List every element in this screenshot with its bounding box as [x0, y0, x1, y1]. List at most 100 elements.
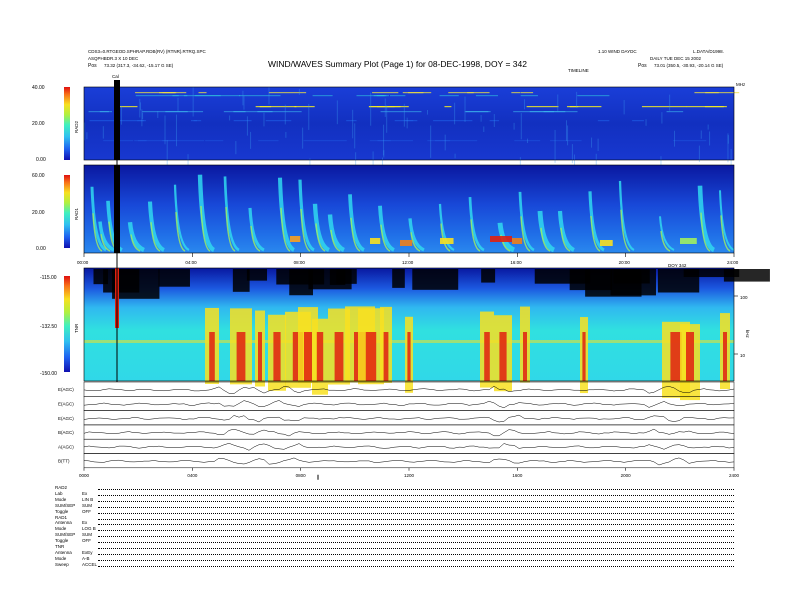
rad2-streak [567, 125, 569, 146]
doy-label: DOY 342 [668, 263, 687, 268]
rad2-streak [354, 123, 356, 149]
rad2-band [312, 95, 333, 97]
rad2-streak [571, 144, 573, 164]
agc-line-panels: E(AGC) E(AGC) E(AGC) B(AGC) A(AGC) B(TT) [58, 381, 735, 469]
setting-value: Ex [82, 520, 88, 526]
rad2-band [526, 106, 559, 108]
rad2-streak [673, 130, 675, 147]
bottom-time-label: 1600 [512, 473, 523, 478]
rad2-streak [386, 105, 388, 133]
rad2-band [448, 92, 474, 94]
rad2-streak [454, 153, 456, 159]
setting-row-rule [98, 536, 734, 538]
rad2-band [259, 106, 297, 108]
rad2-band [433, 120, 473, 122]
tnr-spike-core [383, 332, 389, 381]
setting-key: Mode [55, 555, 67, 561]
setting-row-rule [98, 494, 734, 496]
tnr-tick-bot: -150.00 [40, 371, 57, 377]
rad2-streak [406, 117, 408, 129]
tnr-dark-patch [569, 269, 612, 291]
tnr-dark-patch [158, 269, 190, 287]
setting-row-rule [98, 518, 734, 520]
setting-row-rule [98, 559, 734, 561]
agc-panel-label: E(AGC) [58, 401, 74, 406]
agc-trace [83, 414, 735, 423]
rad2-streak [157, 110, 159, 119]
rad2-streak [520, 113, 522, 140]
setting-row-rule [98, 500, 734, 502]
rad2-band [513, 111, 554, 113]
bottom-time-label: 0000 [79, 473, 90, 478]
rad1-tick-top: 60.00 [32, 173, 45, 179]
tnr-dark-patch [723, 269, 770, 282]
agc-panel-frame [83, 410, 735, 426]
rad2-band [258, 140, 279, 142]
rad2-streak [268, 87, 270, 105]
agc-trace [83, 400, 735, 409]
rad2-streak [302, 127, 304, 149]
agc-panel-label: A(AGC) [58, 444, 74, 449]
rad1-axis-label: RAD1 [74, 207, 79, 220]
tnr-right-tick-10: 10 [740, 353, 746, 358]
rad2-streak [336, 100, 338, 125]
rad2-band [165, 111, 204, 113]
tnr-spike-core [407, 332, 411, 381]
tnr-right-unit: kHz [745, 330, 750, 338]
rad2-band [408, 92, 424, 94]
rad2-streak [430, 125, 432, 158]
tnr-spike-core [582, 332, 586, 381]
agc-panel-frame [83, 396, 735, 411]
setting-key: TNR [55, 544, 65, 549]
rad2-band [439, 95, 459, 97]
tnr-dark-patch [93, 269, 108, 285]
rad2-streak [352, 109, 354, 139]
rad2-streak [623, 100, 625, 115]
tnr-spike-core [523, 332, 527, 381]
rad2-axis-label: RAD2 [74, 120, 79, 133]
rad2-band [205, 140, 224, 142]
rad2-band [569, 106, 602, 108]
rad2-band [511, 92, 521, 94]
tnr-spike-core [365, 332, 377, 381]
tnr-spike-core [273, 332, 281, 381]
agc-panel-label: E(AGC) [58, 416, 74, 421]
rad2-spectrogram [84, 87, 734, 160]
agc-trace [83, 457, 735, 466]
tnr-spike-core [316, 332, 324, 381]
rad2-band [172, 95, 188, 97]
rad2-streak [493, 114, 495, 128]
setting-row-rule [98, 524, 734, 526]
tnr-tick-top: -115.00 [40, 275, 57, 281]
rad2-streak [102, 126, 104, 139]
top-time-label: 12:00 [402, 260, 414, 265]
tnr-dark-patch [329, 269, 346, 285]
setting-key: Antenna [55, 520, 72, 526]
setting-value: ACCEL [82, 561, 98, 567]
rad2-streak [242, 90, 244, 106]
rad1-hotspot [440, 238, 454, 244]
setting-row-rule [98, 512, 734, 514]
rad2-band [233, 120, 252, 122]
rad1-panel: 60.00 20.00 0.00 RAD1 [32, 164, 735, 254]
rad2-band [239, 95, 281, 97]
tnr-dark-patch [610, 269, 656, 296]
agc-panel-frame [83, 424, 735, 440]
rad2-colorbar [64, 87, 70, 160]
rad2-streak [527, 138, 529, 144]
setting-key: SUM/SEP [55, 502, 76, 508]
rad2-streak [700, 130, 702, 139]
tnr-tick-mid: -132.50 [40, 324, 57, 330]
rad2-streak [246, 116, 248, 136]
top-time-label: 16:00 [510, 260, 522, 265]
rad2-streak [383, 150, 385, 158]
tnr-spike-core [209, 332, 215, 381]
rad2-tick-bot: 0.00 [36, 157, 46, 163]
tnr-panel: -115.00 -132.50 -150.00 TNR 100 10 kHz [40, 267, 770, 401]
rad2-band [162, 140, 205, 142]
rad2-band [372, 92, 399, 94]
rad1-hotspot [370, 238, 381, 244]
rad2-streak [709, 131, 711, 146]
rad2-streak [444, 134, 446, 151]
setting-key: RAD2 [55, 485, 68, 490]
